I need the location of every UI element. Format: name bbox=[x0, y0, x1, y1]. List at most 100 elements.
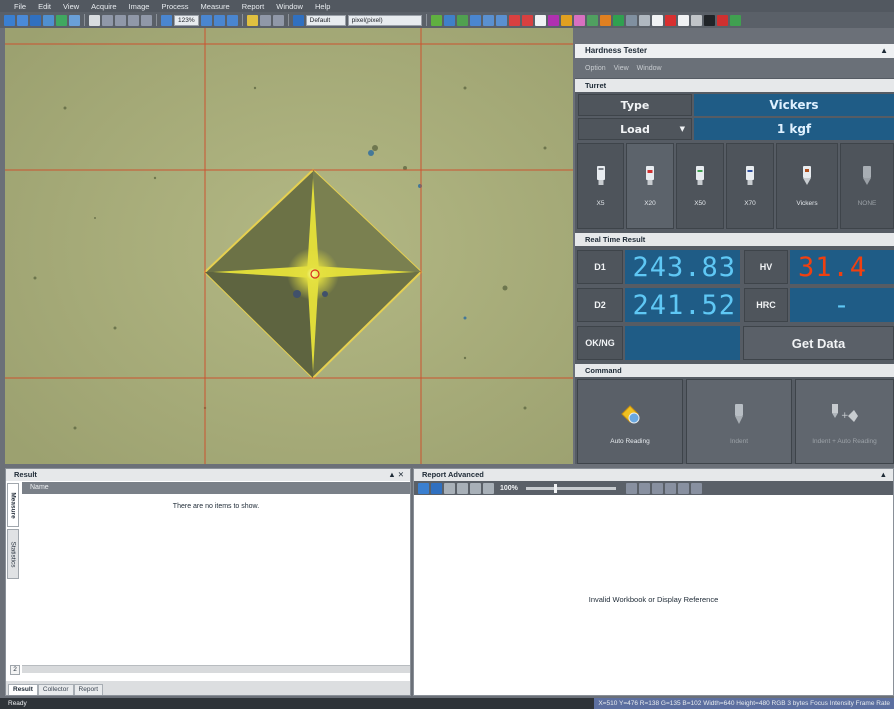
next-page-icon[interactable] bbox=[651, 482, 663, 494]
profile-select[interactable]: Default bbox=[305, 14, 346, 26]
indent-auto-reading-button[interactable]: + Indent + Auto Reading bbox=[795, 379, 894, 464]
lens-none[interactable]: NONE bbox=[840, 143, 894, 229]
alarm-icon[interactable] bbox=[716, 14, 728, 26]
calibrate-icon[interactable] bbox=[456, 14, 468, 26]
report-icon[interactable] bbox=[495, 14, 507, 26]
save-all-icon[interactable] bbox=[43, 14, 54, 26]
preview-icon[interactable] bbox=[470, 482, 481, 494]
hardness-icon[interactable] bbox=[703, 14, 715, 26]
prev-page-icon[interactable] bbox=[638, 482, 650, 494]
image-viewport[interactable] bbox=[5, 28, 573, 464]
lens-x20[interactable]: X20 bbox=[626, 143, 674, 229]
lens-x5[interactable]: X5 bbox=[577, 143, 624, 229]
capture-icon[interactable] bbox=[56, 14, 67, 26]
zoom-slider-thumb[interactable] bbox=[553, 483, 557, 493]
first-page-icon[interactable] bbox=[625, 482, 637, 494]
load-value[interactable]: 1 kgf bbox=[694, 118, 894, 140]
menu-window[interactable]: Window bbox=[637, 65, 662, 72]
lens-vickers[interactable]: Vickers bbox=[776, 143, 838, 229]
menu-measure[interactable]: Measure bbox=[195, 2, 236, 11]
save-icon[interactable] bbox=[30, 14, 41, 26]
menu-file[interactable]: File bbox=[8, 2, 32, 11]
pin-icon[interactable]: ▲ bbox=[880, 469, 887, 481]
exit-icon[interactable] bbox=[729, 14, 741, 26]
stop-icon[interactable] bbox=[521, 14, 533, 26]
record-icon[interactable] bbox=[508, 14, 520, 26]
export-icon[interactable] bbox=[690, 482, 702, 494]
menu-help[interactable]: Help bbox=[309, 2, 336, 11]
zoom-icon[interactable] bbox=[161, 14, 172, 26]
rect-tool-icon[interactable] bbox=[128, 14, 139, 26]
filter-icon[interactable] bbox=[677, 482, 689, 494]
indent-button[interactable]: Indent bbox=[686, 379, 792, 464]
filter-icon[interactable] bbox=[586, 14, 598, 26]
open-report-icon[interactable] bbox=[418, 482, 429, 494]
d2-label: D2 bbox=[577, 288, 623, 322]
light-icon[interactable] bbox=[599, 14, 611, 26]
window-icon[interactable] bbox=[677, 14, 689, 26]
measure-icon[interactable] bbox=[482, 14, 494, 26]
tab-result[interactable]: Result bbox=[8, 684, 38, 695]
pin-icon[interactable]: ▲ bbox=[880, 44, 888, 58]
print-icon[interactable] bbox=[69, 14, 80, 26]
layer-icon[interactable] bbox=[469, 14, 481, 26]
tab-report[interactable]: Report bbox=[73, 684, 104, 695]
zoom-actual-icon[interactable] bbox=[226, 14, 238, 26]
tab-measure[interactable]: Measure bbox=[7, 483, 19, 527]
redo-icon[interactable] bbox=[272, 14, 284, 26]
camera-icon[interactable] bbox=[612, 14, 624, 26]
last-page-icon[interactable] bbox=[664, 482, 676, 494]
paint-icon[interactable] bbox=[573, 14, 585, 26]
help-icon[interactable] bbox=[664, 14, 676, 26]
tab-label: Statistics bbox=[9, 540, 17, 568]
text-icon[interactable] bbox=[638, 14, 650, 26]
crosshair-icon[interactable] bbox=[246, 14, 258, 26]
indentation-image[interactable] bbox=[5, 28, 573, 464]
annotation-icon[interactable] bbox=[560, 14, 572, 26]
column-header-name[interactable]: Name bbox=[22, 482, 410, 494]
menu-process[interactable]: Process bbox=[155, 2, 194, 11]
font-icon[interactable] bbox=[651, 14, 663, 26]
grid-icon[interactable] bbox=[430, 14, 442, 26]
menu-acquire[interactable]: Acquire bbox=[85, 2, 122, 11]
page-setup-icon[interactable] bbox=[457, 482, 468, 494]
auto-reading-button[interactable]: Auto Reading bbox=[577, 379, 683, 464]
zoom-out-icon[interactable] bbox=[200, 14, 212, 26]
lens-x50[interactable]: X50 bbox=[676, 143, 724, 229]
horizontal-scrollbar[interactable] bbox=[22, 665, 410, 673]
print-report-icon[interactable] bbox=[444, 482, 455, 494]
menu-option[interactable]: Option bbox=[585, 65, 606, 72]
flag-icon[interactable] bbox=[534, 14, 546, 26]
menu-edit[interactable]: Edit bbox=[32, 2, 57, 11]
unit-select[interactable]: pixel(pixel) bbox=[347, 14, 422, 26]
lens-x70[interactable]: X70 bbox=[726, 143, 774, 229]
menu-view[interactable]: View bbox=[57, 2, 85, 11]
pin-close-icon[interactable]: ▲ ✕ bbox=[388, 469, 404, 481]
display-icon[interactable] bbox=[292, 14, 304, 26]
tab-collector[interactable]: Collector bbox=[37, 684, 74, 695]
table-icon[interactable] bbox=[443, 14, 455, 26]
menu-report[interactable]: Report bbox=[236, 2, 271, 11]
zoom-select[interactable]: 123% bbox=[174, 14, 199, 26]
menu-window[interactable]: Window bbox=[270, 2, 309, 11]
refresh-icon[interactable] bbox=[483, 482, 494, 494]
tab-statistics[interactable]: Statistics bbox=[7, 529, 19, 579]
circle-tool-2-icon[interactable] bbox=[115, 14, 126, 26]
type-value[interactable]: Vickers bbox=[694, 94, 894, 116]
copy-icon[interactable] bbox=[89, 14, 100, 26]
save-report-icon[interactable] bbox=[431, 482, 442, 494]
undo-icon[interactable] bbox=[259, 14, 271, 26]
rect-tool-2-icon[interactable] bbox=[141, 14, 152, 26]
get-data-button[interactable]: Get Data bbox=[743, 326, 894, 360]
new-icon[interactable] bbox=[4, 14, 15, 26]
open-icon[interactable] bbox=[17, 14, 28, 26]
zoom-fit-icon[interactable] bbox=[213, 14, 225, 26]
zoom-slider[interactable] bbox=[525, 483, 616, 493]
menu-image[interactable]: Image bbox=[123, 2, 156, 11]
settings-icon[interactable] bbox=[625, 14, 637, 26]
circle-tool-icon[interactable] bbox=[102, 14, 113, 26]
link-icon[interactable] bbox=[690, 14, 702, 26]
color-icon[interactable] bbox=[547, 14, 559, 26]
load-dropdown[interactable]: Load ▼ bbox=[578, 118, 692, 140]
menu-view[interactable]: View bbox=[614, 65, 629, 72]
